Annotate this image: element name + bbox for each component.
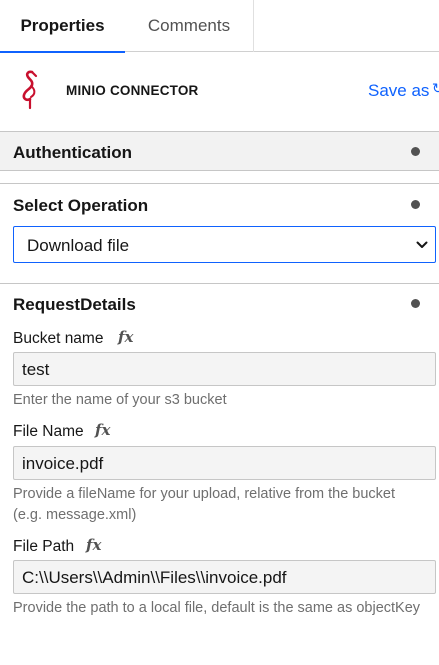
file-name-helper: Provide a fileName for your upload, rela…	[13, 486, 396, 523]
file-path-value: C:\\Users\\Admin\\Files\\invoice.pdf	[22, 568, 287, 587]
status-dot-icon	[411, 299, 420, 308]
bucket-name-helper: Enter the name of your s3 bucket	[13, 392, 227, 408]
connector-title: MINIO CONNECTOR	[66, 83, 199, 98]
tab-properties[interactable]: Properties	[0, 0, 125, 53]
section-divider	[0, 283, 439, 284]
chevron-down-icon	[416, 241, 428, 248]
section-request-details-title: RequestDetails	[13, 295, 136, 314]
tab-bar: Properties Comments	[0, 0, 439, 53]
operation-select-value: Download file	[27, 236, 130, 255]
section-divider	[0, 183, 439, 184]
status-dot-icon	[411, 147, 420, 156]
bucket-name-input[interactable]: test	[13, 352, 436, 386]
section-authentication[interactable]: Authentication	[0, 131, 439, 171]
file-path-label: File Path	[13, 538, 75, 555]
properties-panel: Properties Comments MINIO CONNECTOR Save…	[0, 0, 439, 665]
save-as-link[interactable]: Save as	[368, 81, 429, 101]
status-dot-icon	[411, 200, 420, 209]
file-name-input[interactable]: invoice.pdf	[13, 446, 436, 480]
file-path-helper: Provide the path to a local file, defaul…	[13, 600, 421, 616]
file-name-value: invoice.pdf	[22, 454, 104, 473]
bucket-name-value: test	[22, 360, 50, 379]
section-authentication-title: Authentication	[13, 143, 132, 162]
fx-icon[interactable]: fx	[118, 328, 133, 346]
section-select-operation-title: Select Operation	[13, 196, 149, 215]
operation-select[interactable]: Download file	[13, 226, 436, 263]
save-as-icon[interactable]: ↻	[432, 80, 439, 97]
bucket-name-label: Bucket name	[13, 330, 104, 347]
tab-comments[interactable]: Comments	[125, 0, 253, 52]
file-path-input[interactable]: C:\\Users\\Admin\\Files\\invoice.pdf	[13, 560, 436, 594]
fx-icon[interactable]: fx	[95, 421, 110, 439]
fx-icon[interactable]: fx	[86, 536, 101, 554]
tab-divider	[253, 0, 254, 52]
minio-flamingo-icon	[22, 70, 38, 110]
file-name-label: File Name	[13, 423, 84, 440]
